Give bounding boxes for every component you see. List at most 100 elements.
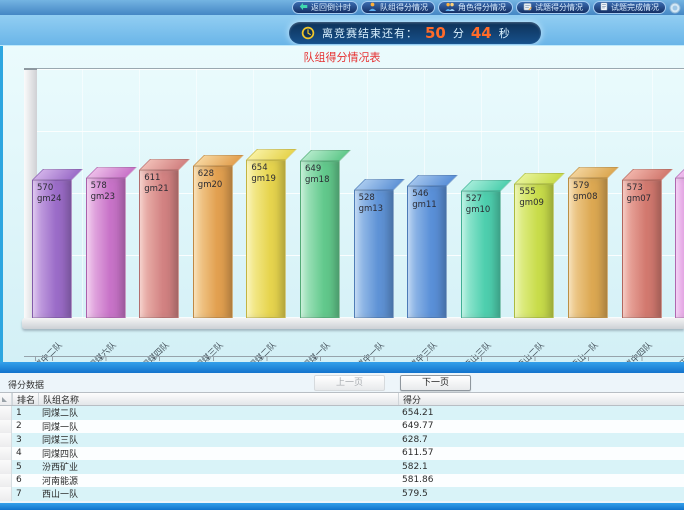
countdown-seconds-unit: 秒 (499, 25, 510, 41)
toolbar-button-1[interactable]: 队组得分情况 (361, 1, 435, 14)
people-icon (445, 2, 455, 13)
bar-冀中三队: 546 gm11 (407, 186, 447, 318)
cell-rank: 2 (12, 421, 38, 431)
cell-score: 579.5 (398, 489, 684, 499)
score-table-body: 1同煤二队654.212同煤一队649.773同煤三队628.74同煤四队611… (0, 406, 684, 501)
chart-3d-floor (22, 318, 684, 329)
toolbar-button-4[interactable]: 试题完成情况 (593, 1, 666, 14)
cell-team: 同煤二队 (38, 406, 398, 419)
page: 返回倒计时 队组得分情况 角色得分情况 试题得分情况 试题完成情况 离竞赛结束还有： 5… (0, 0, 684, 510)
toolbar-button-label: 队组得分情况 (380, 2, 428, 13)
bar-value-label: 573 gm07 (627, 183, 652, 205)
bar-冀中二队: 570 gm24 (32, 180, 72, 318)
next-page-button[interactable]: 下一页 (400, 375, 471, 391)
toolbar-button-label: 试题得分情况 (535, 2, 583, 13)
cell-rank: 7 (12, 489, 38, 499)
toolbar-button-2[interactable]: 角色得分情况 (438, 1, 513, 14)
bar-value-label: 527 gm10 (466, 194, 491, 216)
chart-title: 队组得分情况表 (0, 49, 684, 65)
table-row-4[interactable]: 4同煤四队611.57 (0, 447, 684, 461)
section-label: 得分数据 (8, 378, 44, 391)
bar-冀中一队: 528 gm13 (354, 190, 394, 318)
bar-西山一队: 579 gm08 (568, 178, 608, 318)
cell-rank: 1 (12, 408, 38, 418)
table-row-2[interactable]: 2同煤一队649.77 (0, 420, 684, 434)
toolbar-button-label: 试题完成情况 (611, 2, 659, 13)
toolbar-button-3[interactable]: 试题得分情况 (516, 1, 590, 14)
chart-panel: 队组得分情况表 570 gm24 578 gm23 611 gm21 628 gm20… (0, 46, 684, 362)
bar-同煤六队: 578 gm23 (86, 178, 126, 318)
cell-score: 654.21 (398, 408, 684, 418)
toolbar-button-label: 返回倒计时 (311, 2, 351, 13)
table-row-7[interactable]: 7西山一队579.5 (0, 487, 684, 501)
countdown-band: 离竞赛结束还有： 50 分 44 秒 (0, 15, 684, 46)
table-row-6[interactable]: 6河南能源581.86 (0, 474, 684, 488)
cell-score: 611.57 (398, 448, 684, 458)
table-row-3[interactable]: 3同煤三队628.7 (0, 433, 684, 447)
bar-同煤一队: 649 gm18 (300, 161, 340, 318)
bar-value-label: 579 gm08 (573, 181, 598, 203)
toolbar: 返回倒计时 队组得分情况 角色得分情况 试题得分情况 试题完成情况 (0, 0, 684, 15)
row-gutter (0, 474, 12, 488)
row-gutter (0, 487, 12, 501)
quiz-score-icon (523, 2, 532, 13)
cell-score: 581.86 (398, 475, 684, 485)
bar-西山三队: 527 gm10 (461, 191, 501, 318)
col-header-team[interactable]: 队组名称 (38, 393, 398, 405)
row-gutter (0, 447, 12, 461)
col-header-rank[interactable]: 排名 (12, 393, 38, 405)
bar-河南能源 (675, 178, 684, 318)
cell-rank: 4 (12, 448, 38, 458)
cell-team: 同煤三队 (38, 433, 398, 446)
bar-value-label: 649 gm18 (305, 164, 330, 186)
score-table: 排名 队组名称 得分 1同煤二队654.212同煤一队649.773同煤三队62… (0, 392, 684, 501)
countdown-minutes: 50 (425, 26, 446, 41)
panel-left-edge (0, 46, 3, 362)
countdown-prefix: 离竞赛结束还有： (322, 25, 418, 41)
countdown-pill: 离竞赛结束还有： 50 分 44 秒 (289, 22, 541, 44)
bar-同煤四队: 611 gm21 (139, 170, 179, 318)
bar-value-label: 555 gm09 (519, 187, 544, 209)
bar-value-label: 611 gm21 (144, 173, 169, 195)
bar-value-label: 528 gm13 (359, 193, 384, 215)
quiz-complete-icon (600, 2, 608, 13)
table-row-5[interactable]: 5汾西矿业582.1 (0, 460, 684, 474)
back-arrow-icon (299, 2, 308, 13)
score-table-header: 排名 队组名称 得分 (0, 392, 684, 406)
score-data-section: 得分数据 上一页 下一页 排名 队组名称 得分 1同煤二队654.212同煤一队… (0, 373, 684, 503)
bar-value-label: 570 gm24 (37, 183, 62, 205)
row-gutter (0, 406, 12, 420)
expander-icon (2, 397, 7, 402)
bar-同煤三队: 628 gm20 (193, 166, 233, 318)
row-gutter (0, 420, 12, 434)
toolbar-button-0[interactable]: 返回倒计时 (292, 1, 358, 14)
cell-team: 同煤一队 (38, 420, 398, 433)
prev-page-button[interactable]: 上一页 (314, 375, 385, 391)
bar-西山二队: 555 gm09 (514, 184, 554, 318)
divider-band (0, 362, 684, 373)
bar-value-label: 578 gm23 (91, 181, 116, 203)
bottom-edge-band (0, 503, 684, 510)
cell-rank: 6 (12, 475, 38, 485)
cell-rank: 5 (12, 462, 38, 472)
bar-value-label: 628 gm20 (198, 169, 223, 191)
cell-score: 582.1 (398, 462, 684, 472)
cell-score: 628.7 (398, 435, 684, 445)
row-gutter (0, 460, 12, 474)
col-header-score[interactable]: 得分 (398, 393, 684, 405)
cell-team: 同煤四队 (38, 447, 398, 460)
clock-icon (301, 26, 315, 40)
status-circle-icon[interactable] (669, 2, 681, 14)
countdown-seconds: 44 (471, 26, 492, 41)
cell-team: 汾西矿业 (38, 460, 398, 473)
cell-score: 649.77 (398, 421, 684, 431)
chart-x-axis-ticks (24, 356, 684, 361)
cell-team: 河南能源 (38, 474, 398, 487)
toolbar-button-label: 角色得分情况 (458, 2, 506, 13)
table-row-1[interactable]: 1同煤二队654.21 (0, 406, 684, 420)
bar-value-label: 546 gm11 (412, 189, 437, 211)
countdown-minutes-unit: 分 (453, 25, 464, 41)
bar-冀中四队: 573 gm07 (622, 180, 662, 318)
cell-team: 西山一队 (38, 487, 398, 500)
cell-rank: 3 (12, 435, 38, 445)
